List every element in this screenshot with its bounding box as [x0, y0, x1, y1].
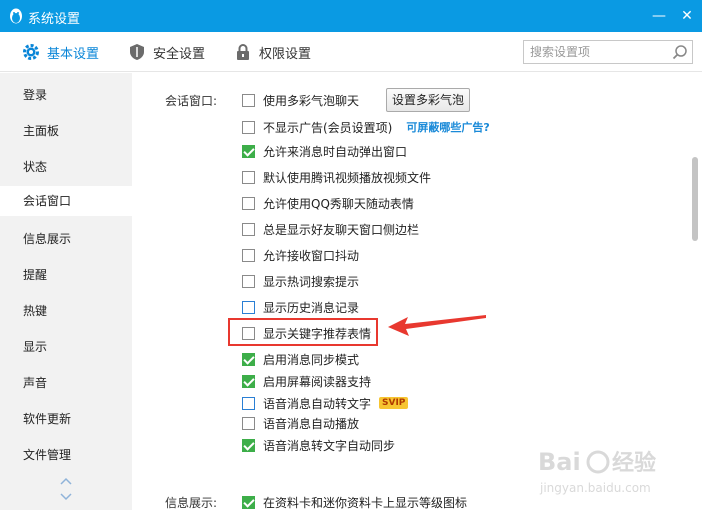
svip-badge: SVIP [379, 397, 409, 409]
annotation-highlight-box [228, 318, 378, 346]
checkbox[interactable] [242, 274, 255, 288]
option-hot-words[interactable]: 显示热词搜索提示 [242, 271, 359, 291]
checkbox[interactable] [242, 396, 255, 410]
sidebar-item-main-panel[interactable]: 主面板 [0, 116, 132, 146]
gear-icon [23, 44, 39, 60]
sidebar-item-login[interactable]: 登录 [0, 80, 132, 110]
tab-label: 安全设置 [153, 46, 206, 62]
baidu-jingyan-watermark-logo: Bai 经验 jingyan.baidu.com [538, 448, 656, 495]
option-voice-text-sync[interactable]: 语音消息转文字自动同步 [242, 435, 395, 455]
option-label: 不显示广告(会员设置项) [263, 120, 393, 135]
option-screen-reader[interactable]: 启用屏幕阅读器支持 [242, 371, 371, 391]
checkbox[interactable] [242, 352, 255, 366]
blockable-ads-link[interactable]: 可屏蔽哪些广告? [406, 119, 489, 135]
checkbox[interactable] [242, 374, 255, 388]
option-label: 语音消息自动播放 [263, 416, 360, 431]
option-sidebar[interactable]: 总是显示好友聊天窗口侧边栏 [242, 219, 419, 239]
option-qq-show[interactable]: 允许使用QQ秀聊天随动表情 [242, 193, 414, 213]
tab-label: 权限设置 [259, 46, 312, 62]
sidebar-scroll-arrows[interactable] [56, 471, 76, 507]
sidebar-item-software-update[interactable]: 软件更新 [0, 404, 132, 434]
option-label: 在资料卡和迷你资料卡上显示等级图标 [263, 495, 468, 510]
option-label: 显示历史消息记录 [263, 300, 360, 315]
option-label: 语音消息转文字自动同步 [263, 438, 396, 453]
section-label-info-display: 信息展示: [165, 496, 218, 510]
option-voice-autoplay[interactable]: 语音消息自动播放 [242, 413, 359, 433]
sidebar-item-reminder[interactable]: 提醒 [0, 260, 132, 290]
close-button[interactable]: ✕ [674, 4, 700, 28]
sidebar-item-display[interactable]: 显示 [0, 332, 132, 362]
search-icon[interactable] [672, 44, 688, 60]
sidebar-item-sound[interactable]: 声音 [0, 368, 132, 398]
sidebar-item-hotkeys[interactable]: 热键 [0, 296, 132, 326]
scroll-thumb[interactable] [692, 157, 698, 241]
option-label: 允许使用QQ秀聊天随动表情 [263, 196, 414, 211]
tab-permission-settings[interactable]: 权限设置 [234, 32, 311, 72]
settings-sidebar: 登录 主面板 状态 会话窗口 信息展示 提醒 热键 显示 声音 软件更新 文件管… [0, 73, 132, 510]
checkbox[interactable] [242, 416, 255, 430]
lock-icon [237, 44, 249, 60]
sidebar-item-info-display[interactable]: 信息展示 [0, 224, 132, 254]
option-tencent-video[interactable]: 默认使用腾讯视频播放视频文件 [242, 167, 431, 187]
checkbox[interactable] [242, 300, 255, 314]
option-label: 允许来消息时自动弹出窗口 [263, 144, 408, 159]
chevron-down-icon [60, 493, 72, 501]
option-message-sync[interactable]: 启用消息同步模式 [242, 349, 359, 369]
checkbox[interactable] [242, 93, 255, 107]
svg-text:jingyan.baidu.com: jingyan.baidu.com [539, 481, 651, 495]
option-voice-to-text[interactable]: 语音消息自动转文字 SVIP [242, 393, 409, 413]
qq-penguin-icon [10, 8, 22, 24]
annotation-arrow-icon [388, 315, 486, 336]
option-auto-popup[interactable]: 允许来消息时自动弹出窗口 [242, 141, 407, 161]
option-label: 总是显示好友聊天窗口侧边栏 [263, 222, 420, 237]
checkbox[interactable] [242, 144, 255, 158]
tab-label: 基本设置 [47, 46, 100, 62]
option-label: 启用屏幕阅读器支持 [263, 374, 372, 389]
option-history[interactable]: 显示历史消息记录 [242, 297, 359, 317]
checkbox[interactable] [242, 222, 255, 236]
set-colorful-bubble-button[interactable]: 设置多彩气泡 [386, 88, 471, 112]
checkbox[interactable] [242, 196, 255, 210]
shield-icon [130, 44, 144, 60]
sidebar-item-session-window[interactable]: 会话窗口 [0, 186, 132, 216]
window-title: 系统设置 [28, 12, 81, 27]
option-label: 语音消息自动转文字 [263, 396, 372, 411]
title-bar: 系统设置 — ✕ [0, 0, 702, 32]
tab-security-settings[interactable]: 安全设置 [128, 32, 205, 72]
svg-text:经验: 经验 [612, 450, 656, 476]
option-label: 默认使用腾讯视频播放视频文件 [263, 170, 432, 185]
option-level-icon[interactable]: 在资料卡和迷你资料卡上显示等级图标 [242, 492, 467, 510]
checkbox[interactable] [242, 438, 255, 452]
svg-text:Bai: Bai [538, 448, 581, 476]
section-label-session-window: 会话窗口: [165, 94, 218, 108]
checkbox[interactable] [242, 170, 255, 184]
option-label: 启用消息同步模式 [263, 352, 360, 367]
option-label: 显示热词搜索提示 [263, 274, 360, 289]
tab-basic-settings[interactable]: 基本设置 [22, 32, 99, 72]
checkbox[interactable] [242, 248, 255, 262]
search-input[interactable] [530, 44, 665, 60]
settings-search-box[interactable] [523, 40, 693, 64]
checkbox[interactable] [242, 495, 255, 509]
sidebar-item-status[interactable]: 状态 [0, 152, 132, 182]
minimize-button[interactable]: — [646, 4, 672, 28]
option-window-shake[interactable]: 允许接收窗口抖动 [242, 245, 359, 265]
checkbox[interactable] [242, 120, 255, 134]
option-hide-ads[interactable]: 不显示广告(会员设置项) 可屏蔽哪些广告? [242, 117, 490, 137]
option-label: 使用多彩气泡聊天 [263, 93, 360, 108]
chevron-up-icon [60, 477, 72, 485]
sidebar-item-file-management[interactable]: 文件管理 [0, 440, 132, 470]
option-label: 允许接收窗口抖动 [263, 248, 360, 263]
option-colorful-bubble[interactable]: 使用多彩气泡聊天 [242, 90, 359, 110]
